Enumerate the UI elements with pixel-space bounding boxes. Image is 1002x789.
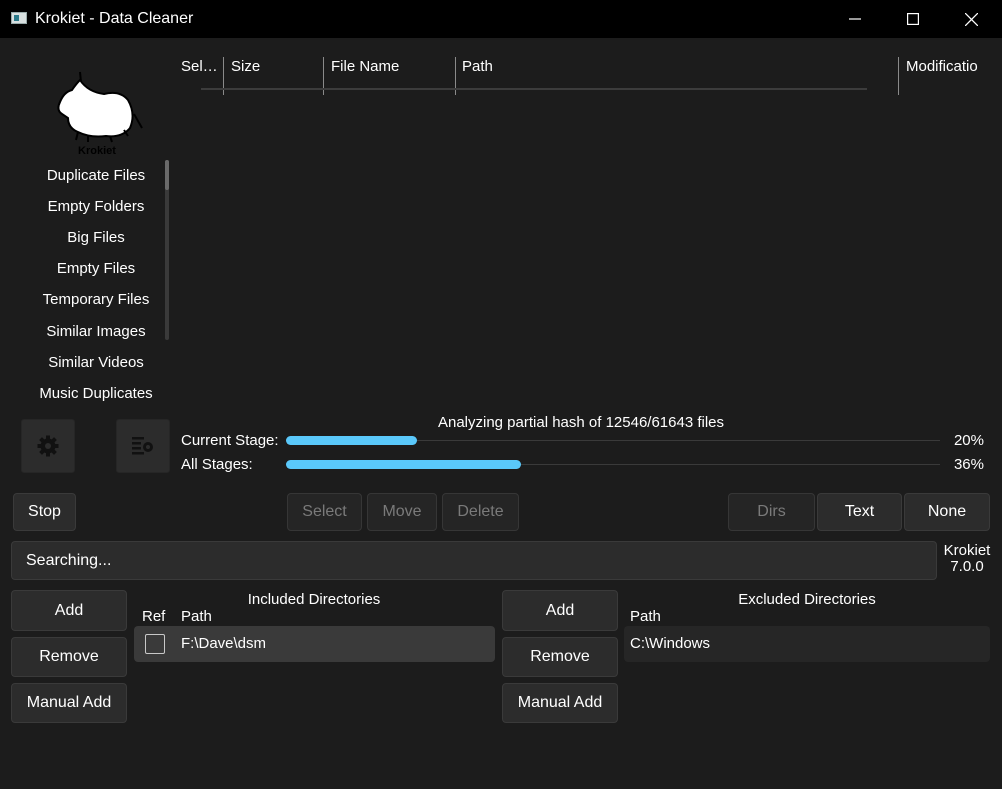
- list-settings-icon: [132, 437, 153, 455]
- all-stages-progress-bar: [286, 460, 521, 469]
- sidebar-item-empty-files[interactable]: Empty Files: [20, 257, 172, 281]
- included-add-button[interactable]: Add: [11, 590, 127, 631]
- table-scrollbar[interactable]: [201, 88, 867, 90]
- sidebar-item-big-files[interactable]: Big Files: [20, 226, 172, 250]
- included-path-column-header: Path: [181, 608, 212, 625]
- window-title: Krokiet - Data Cleaner: [35, 10, 194, 27]
- close-button[interactable]: [942, 0, 1000, 38]
- select-button[interactable]: Select: [287, 493, 362, 531]
- column-header-path[interactable]: Path: [462, 58, 493, 75]
- dirs-button[interactable]: Dirs: [728, 493, 815, 531]
- included-directory-row[interactable]: F:\Dave\dsm: [134, 626, 495, 662]
- minimize-icon: [849, 18, 861, 20]
- progress-status-text: Analyzing partial hash of 12546/61643 fi…: [437, 414, 725, 431]
- version-info: Krokiet 7.0.0: [938, 543, 996, 575]
- sidebar-scrollbar[interactable]: [165, 160, 169, 340]
- app-name: Krokiet: [943, 542, 991, 559]
- current-stage-percent: 20%: [953, 432, 984, 449]
- text-button[interactable]: Text: [817, 493, 902, 531]
- excluded-directory-path: C:\Windows: [630, 635, 711, 652]
- excluded-remove-button[interactable]: Remove: [502, 637, 618, 677]
- excluded-add-button[interactable]: Add: [502, 590, 618, 631]
- search-status-field[interactable]: Searching...: [11, 541, 937, 580]
- stop-button[interactable]: Stop: [13, 493, 76, 531]
- all-stages-label: All Stages:: [181, 456, 253, 473]
- current-stage-label: Current Stage:: [181, 432, 279, 449]
- settings-button[interactable]: [21, 419, 75, 473]
- maximize-button[interactable]: [884, 0, 942, 38]
- excluded-directories-title: Excluded Directories: [738, 591, 876, 608]
- delete-button[interactable]: Delete: [442, 493, 519, 531]
- app-icon: [11, 12, 27, 24]
- included-remove-button[interactable]: Remove: [11, 637, 127, 677]
- minimize-button[interactable]: [826, 0, 884, 38]
- included-directory-path: F:\Dave\dsm: [181, 635, 267, 652]
- sidebar-scrollbar-thumb[interactable]: [165, 160, 169, 190]
- excluded-manual-add-button[interactable]: Manual Add: [502, 683, 618, 723]
- subsettings-button[interactable]: [116, 419, 170, 473]
- sheep-logo-icon: Krokiet: [57, 71, 143, 157]
- sidebar-item-music-duplicates[interactable]: Music Duplicates: [20, 382, 172, 406]
- version-number: 7.0.0: [950, 558, 984, 575]
- ref-column-header: Ref: [142, 608, 166, 625]
- sidebar-item-similar-images[interactable]: Similar Images: [20, 320, 172, 344]
- sidebar-item-temporary-files[interactable]: Temporary Files: [20, 288, 172, 312]
- move-button[interactable]: Move: [367, 493, 437, 531]
- maximize-icon: [907, 13, 919, 25]
- column-resize-handle[interactable]: [898, 57, 899, 95]
- included-manual-add-button[interactable]: Manual Add: [11, 683, 127, 723]
- close-icon: [964, 12, 978, 26]
- all-stages-percent: 36%: [953, 456, 984, 473]
- app-logo: Krokiet: [50, 66, 144, 158]
- none-button[interactable]: None: [904, 493, 990, 531]
- column-header-modification[interactable]: Modificatio: [906, 58, 996, 75]
- excluded-path-column-header: Path: [630, 608, 661, 625]
- sidebar-item-duplicate-files[interactable]: Duplicate Files: [20, 164, 172, 188]
- svg-text:Krokiet: Krokiet: [78, 145, 116, 157]
- sidebar-item-similar-videos[interactable]: Similar Videos: [20, 351, 172, 375]
- gear-icon: [37, 435, 59, 457]
- title-bar: Krokiet - Data Cleaner: [0, 0, 1002, 38]
- excluded-directory-row[interactable]: C:\Windows: [624, 626, 990, 662]
- current-stage-progress-bar: [286, 436, 417, 445]
- column-header-size[interactable]: Size: [231, 58, 260, 75]
- ref-checkbox[interactable]: [145, 634, 165, 654]
- included-directories-title: Included Directories: [247, 591, 381, 608]
- column-header-file-name[interactable]: File Name: [331, 58, 399, 75]
- sidebar-item-empty-folders[interactable]: Empty Folders: [20, 195, 172, 219]
- column-header-select[interactable]: Sel…: [181, 58, 218, 75]
